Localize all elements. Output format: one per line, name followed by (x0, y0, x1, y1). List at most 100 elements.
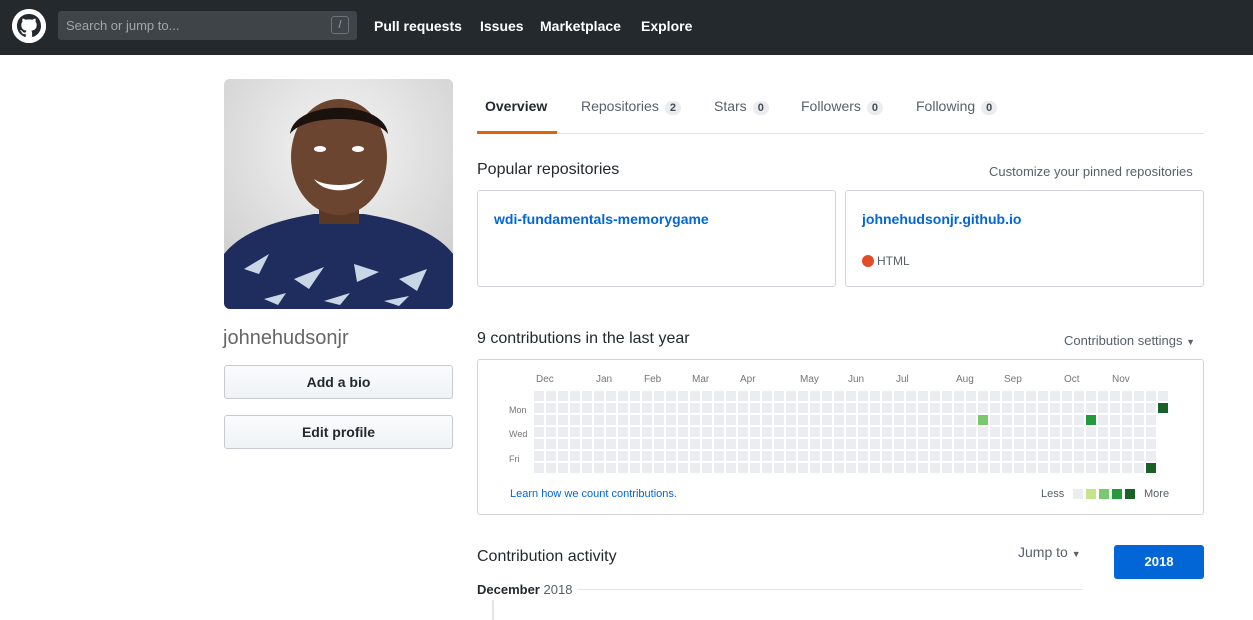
contribution-day[interactable] (1026, 403, 1036, 413)
contribution-day[interactable] (774, 439, 784, 449)
contribution-day[interactable] (1002, 451, 1012, 461)
contribution-day[interactable] (894, 451, 904, 461)
contribution-day[interactable] (930, 403, 940, 413)
contribution-day[interactable] (870, 415, 880, 425)
contribution-day[interactable] (1062, 439, 1072, 449)
contribution-day[interactable] (678, 415, 688, 425)
contribution-day[interactable] (1074, 427, 1084, 437)
contribution-day[interactable] (1026, 415, 1036, 425)
contribution-day[interactable] (726, 427, 736, 437)
contribution-day[interactable] (822, 403, 832, 413)
contribution-day[interactable] (894, 427, 904, 437)
contribution-day[interactable] (654, 427, 664, 437)
contribution-day[interactable] (654, 415, 664, 425)
contribution-day[interactable] (702, 463, 712, 473)
contribution-day[interactable] (570, 451, 580, 461)
contribution-day[interactable] (834, 451, 844, 461)
contribution-day[interactable] (1050, 403, 1060, 413)
contribution-day[interactable] (582, 439, 592, 449)
contribution-day[interactable] (762, 415, 772, 425)
contribution-day[interactable] (954, 463, 964, 473)
contribution-day[interactable] (858, 463, 868, 473)
contribution-day[interactable] (666, 403, 676, 413)
contribution-day[interactable] (594, 439, 604, 449)
contribution-day[interactable] (546, 427, 556, 437)
contribution-day[interactable] (930, 463, 940, 473)
contribution-day[interactable] (894, 439, 904, 449)
contribution-day[interactable] (738, 391, 748, 401)
contribution-day[interactable] (834, 439, 844, 449)
contribution-day[interactable] (822, 391, 832, 401)
contribution-day[interactable] (750, 427, 760, 437)
contribution-day[interactable] (894, 415, 904, 425)
contribution-day[interactable] (834, 403, 844, 413)
contribution-day[interactable] (810, 451, 820, 461)
contribution-day[interactable] (534, 391, 544, 401)
contribution-day[interactable] (978, 403, 988, 413)
contribution-day[interactable] (1062, 391, 1072, 401)
contribution-day[interactable] (642, 427, 652, 437)
contribution-day[interactable] (1134, 427, 1144, 437)
contribution-day[interactable] (726, 463, 736, 473)
contribution-day[interactable] (738, 415, 748, 425)
contribution-day[interactable] (918, 439, 928, 449)
contribution-day[interactable] (834, 463, 844, 473)
contribution-day[interactable] (834, 427, 844, 437)
add-bio-button[interactable]: Add a bio (224, 365, 453, 399)
tab-stars[interactable]: Stars 0 (714, 98, 769, 115)
contribution-day[interactable] (906, 403, 916, 413)
nav-marketplace[interactable]: Marketplace (540, 18, 621, 34)
contribution-day[interactable] (1026, 451, 1036, 461)
contribution-day[interactable] (1014, 463, 1024, 473)
contribution-day[interactable] (1050, 463, 1060, 473)
contribution-day[interactable] (846, 403, 856, 413)
contribution-day[interactable] (918, 463, 928, 473)
contribution-day[interactable] (954, 451, 964, 461)
contribution-day[interactable] (798, 403, 808, 413)
contribution-day[interactable] (558, 403, 568, 413)
contribution-day[interactable] (726, 391, 736, 401)
contribution-day[interactable] (1062, 451, 1072, 461)
contribution-day[interactable] (870, 427, 880, 437)
contribution-day[interactable] (798, 463, 808, 473)
contribution-day[interactable] (1110, 451, 1120, 461)
contribution-day[interactable] (666, 463, 676, 473)
nav-issues[interactable]: Issues (480, 18, 524, 34)
contribution-day[interactable] (930, 439, 940, 449)
contribution-day[interactable] (750, 463, 760, 473)
contribution-day[interactable] (918, 403, 928, 413)
contribution-day[interactable] (546, 439, 556, 449)
contribution-day[interactable] (1110, 439, 1120, 449)
contribution-day[interactable] (678, 451, 688, 461)
contribution-day[interactable] (690, 463, 700, 473)
contribution-day[interactable] (786, 451, 796, 461)
contribution-day[interactable] (666, 439, 676, 449)
contribution-day[interactable] (1002, 403, 1012, 413)
contribution-day[interactable] (726, 415, 736, 425)
nav-explore[interactable]: Explore (641, 18, 692, 34)
contribution-day[interactable] (570, 403, 580, 413)
contribution-day[interactable] (1146, 451, 1156, 461)
contribution-day[interactable] (1050, 391, 1060, 401)
contribution-day[interactable] (714, 427, 724, 437)
contribution-day[interactable] (678, 439, 688, 449)
contribution-day[interactable] (870, 403, 880, 413)
contribution-day[interactable] (642, 451, 652, 461)
contribution-day[interactable] (546, 403, 556, 413)
contribution-day[interactable] (822, 439, 832, 449)
contribution-day[interactable] (570, 391, 580, 401)
contribution-day[interactable] (762, 427, 772, 437)
tab-repositories[interactable]: Repositories 2 (581, 98, 681, 115)
contribution-day[interactable] (546, 463, 556, 473)
contribution-day[interactable] (786, 391, 796, 401)
contribution-day[interactable] (978, 451, 988, 461)
contribution-day[interactable] (534, 451, 544, 461)
contribution-day[interactable] (966, 427, 976, 437)
contribution-day[interactable] (702, 403, 712, 413)
contribution-day[interactable] (930, 427, 940, 437)
contribution-day[interactable] (846, 439, 856, 449)
contribution-day[interactable] (774, 391, 784, 401)
contribution-day[interactable] (810, 391, 820, 401)
contribution-day[interactable] (762, 463, 772, 473)
contribution-day[interactable] (546, 451, 556, 461)
